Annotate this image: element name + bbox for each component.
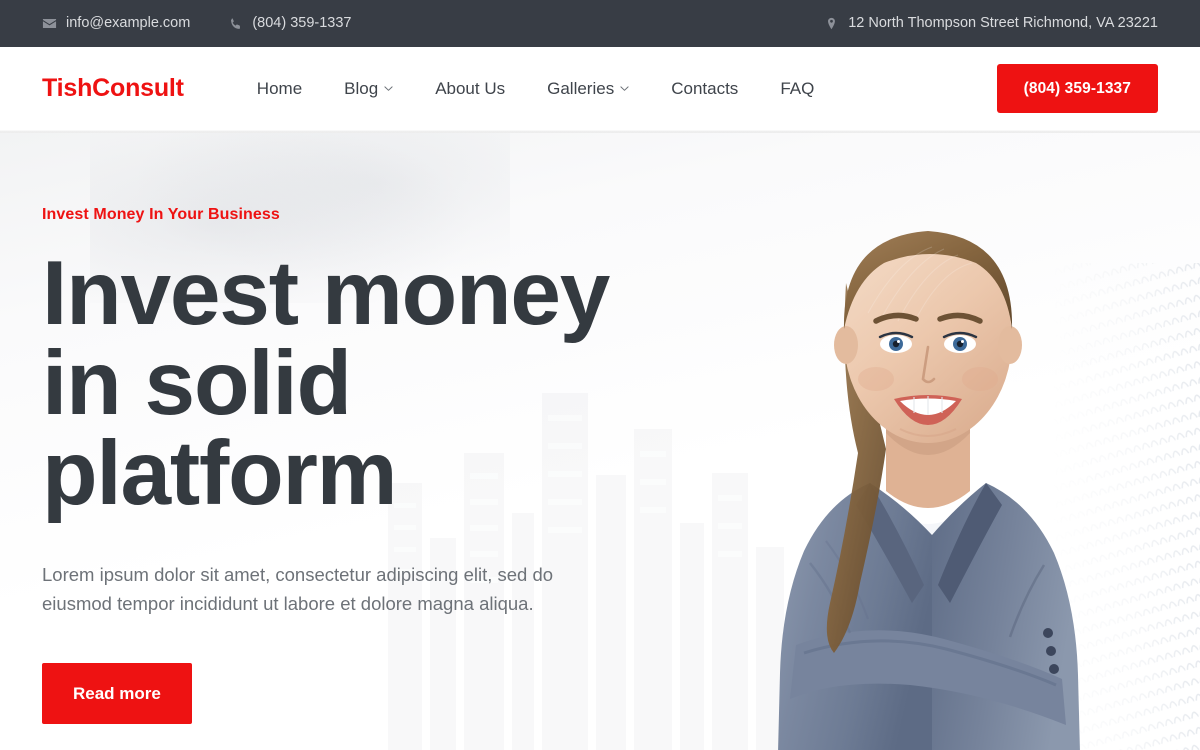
site-logo[interactable]: TishConsult: [42, 76, 184, 101]
navbar-bottom-shadow: [0, 130, 1200, 133]
primary-nav: Home Blog About Us Galleries Contacts FA…: [236, 70, 836, 107]
nav-item-about-us-label: About Us: [435, 79, 506, 98]
hero-eyebrow: Invest Money In Your Business: [42, 206, 280, 223]
nav-item-contacts[interactable]: Contacts: [650, 70, 759, 107]
nav-item-home[interactable]: Home: [236, 70, 323, 107]
nav-item-home-label: Home: [256, 79, 303, 98]
nav-item-galleries-label: Galleries: [547, 79, 615, 98]
phone-icon: [228, 16, 243, 31]
topbar-email-link[interactable]: info@example.com: [42, 16, 190, 31]
nav-item-contacts-label: Contacts: [671, 79, 739, 98]
hero-businesswoman-photo: [718, 133, 1138, 750]
nav-item-faq[interactable]: FAQ: [759, 70, 835, 107]
topbar-phone-text: (804) 359-1337: [252, 15, 352, 32]
nav-item-galleries[interactable]: Galleries: [526, 70, 650, 107]
nav-item-blog[interactable]: Blog: [323, 70, 414, 107]
topbar-contact-group: info@example.com (804) 359-1337: [42, 16, 352, 31]
main-navigation-bar: TishConsult Home Blog About Us Galleries: [0, 47, 1200, 130]
hero-content: Invest Money In Your Business Invest mon…: [0, 133, 700, 724]
topbar-email-text: info@example.com: [66, 15, 191, 32]
hero-section: Invest Money In Your Business Invest mon…: [0, 133, 1200, 750]
page-root: info@example.com (804) 359-1337 12 North…: [0, 0, 1200, 750]
chevron-down-icon: [384, 84, 393, 93]
topbar-address-text: 12 North Thompson Street Richmond, VA 23…: [848, 15, 1158, 32]
nav-item-blog-label: Blog: [344, 79, 379, 98]
chevron-down-icon: [620, 84, 629, 93]
topbar-address-group: 12 North Thompson Street Richmond, VA 23…: [824, 16, 1158, 31]
topbar-phone-link[interactable]: (804) 359-1337: [228, 15, 352, 32]
hero-paragraph: Lorem ipsum dolor sit amet, consectetur …: [42, 564, 554, 614]
map-pin-icon: [824, 16, 839, 31]
nav-item-about-us[interactable]: About Us: [414, 70, 526, 107]
top-info-bar: info@example.com (804) 359-1337 12 North…: [0, 0, 1200, 47]
topbar-address: 12 North Thompson Street Richmond, VA 23…: [824, 16, 1158, 31]
envelope-icon: [42, 16, 57, 31]
header-phone-cta-button[interactable]: (804) 359-1337: [996, 63, 1158, 114]
nav-item-faq-label: FAQ: [780, 79, 815, 98]
hero-background-facade-texture: [1050, 263, 1200, 750]
hero-title: Invest money in solid platform: [42, 243, 610, 525]
hero-read-more-button[interactable]: Read more: [42, 662, 192, 724]
